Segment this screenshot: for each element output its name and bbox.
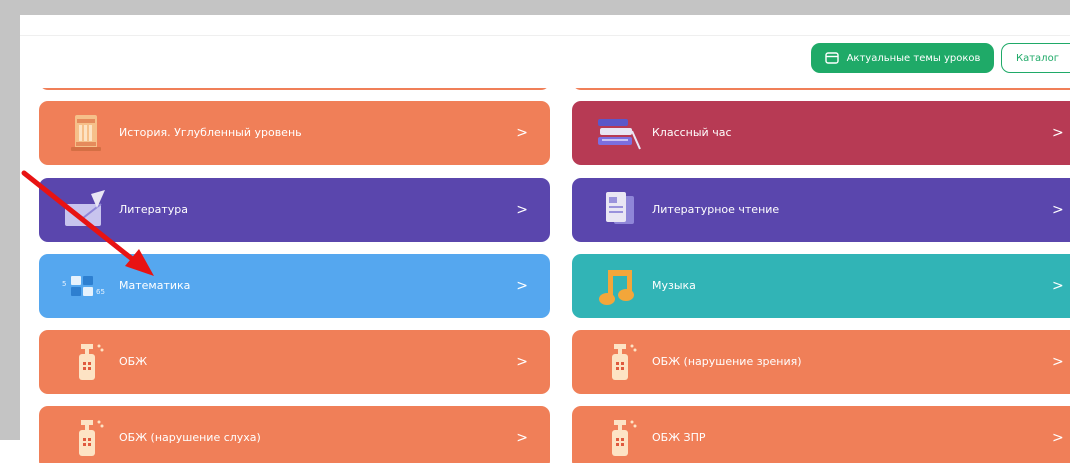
calendar-icon [824, 52, 839, 64]
subject-card-obzh-vision[interactable]: ОБЖ (нарушение зрения) > [572, 330, 1070, 394]
music-note-icon [599, 270, 634, 305]
subject-label-obzh-hearing: ОБЖ (нарушение слуха) [119, 431, 261, 444]
catalog-button[interactable]: Каталог [1001, 43, 1070, 73]
number-blocks-icon: 5 65 [62, 276, 105, 296]
pages-icon [606, 192, 634, 224]
subject-card-history-advanced[interactable]: История. Углубленный уровень > [39, 101, 550, 165]
subject-card-math[interactable]: 5 65 Математика > [39, 254, 550, 318]
subject-label-class-hour: Классный час [652, 126, 732, 139]
subject-label-obzh-zpr: ОБЖ ЗПР [652, 431, 706, 444]
chevron-right-icon: > [1052, 430, 1064, 446]
chevron-right-icon: > [1052, 125, 1064, 141]
subject-card-obzh-hearing[interactable]: ОБЖ (нарушение слуха) > [39, 406, 550, 463]
fire-extinguisher-icon [612, 344, 637, 380]
screenshot-frame-top [0, 0, 1070, 15]
screenshot-frame-left [0, 0, 20, 440]
subject-label-history-advanced: История. Углубленный уровень [119, 126, 302, 139]
subject-card-literature[interactable]: Литература > [39, 178, 550, 242]
subject-card-literary-reading[interactable]: Литературное чтение > [572, 178, 1070, 242]
subject-card-obzh[interactable]: ОБЖ > [39, 330, 550, 394]
current-topics-label: Актуальные темы уроков [846, 52, 981, 64]
quill-letter-icon [64, 190, 105, 226]
books-stack-icon [598, 119, 641, 150]
fire-extinguisher-icon [79, 420, 104, 456]
chevron-right-icon: > [1052, 278, 1064, 294]
chevron-right-icon: > [516, 354, 528, 370]
header-divider [20, 35, 1070, 36]
chevron-right-icon: > [516, 202, 528, 218]
subjects-page: Актуальные темы уроков Каталог История. … [20, 15, 1070, 463]
current-topics-button[interactable]: Актуальные темы уроков [811, 43, 994, 73]
chevron-right-icon: > [1052, 354, 1064, 370]
svg-text:65: 65 [96, 288, 105, 296]
subject-label-obzh-vision: ОБЖ (нарушение зрения) [652, 355, 802, 368]
chevron-right-icon: > [516, 278, 528, 294]
subject-label-literary-reading: Литературное чтение [652, 203, 780, 216]
fire-extinguisher-icon [79, 344, 104, 380]
subject-card-class-hour[interactable]: Классный час > [572, 101, 1070, 165]
chevron-right-icon: > [516, 125, 528, 141]
chevron-right-icon: > [1052, 202, 1064, 218]
svg-text:5: 5 [62, 280, 66, 288]
column-book-icon [71, 115, 101, 151]
subject-card-obzh-zpr[interactable]: ОБЖ ЗПР > [572, 406, 1070, 463]
page-header: Актуальные темы уроков Каталог [20, 15, 1070, 88]
catalog-label: Каталог [1016, 52, 1059, 64]
subject-card-music[interactable]: Музыка > [572, 254, 1070, 318]
subject-label-music: Музыка [652, 279, 696, 292]
chevron-right-icon: > [516, 430, 528, 446]
subject-label-literature: Литература [119, 203, 188, 216]
fire-extinguisher-icon [612, 420, 637, 456]
subject-label-obzh: ОБЖ [119, 355, 148, 368]
subject-label-math: Математика [119, 279, 191, 292]
